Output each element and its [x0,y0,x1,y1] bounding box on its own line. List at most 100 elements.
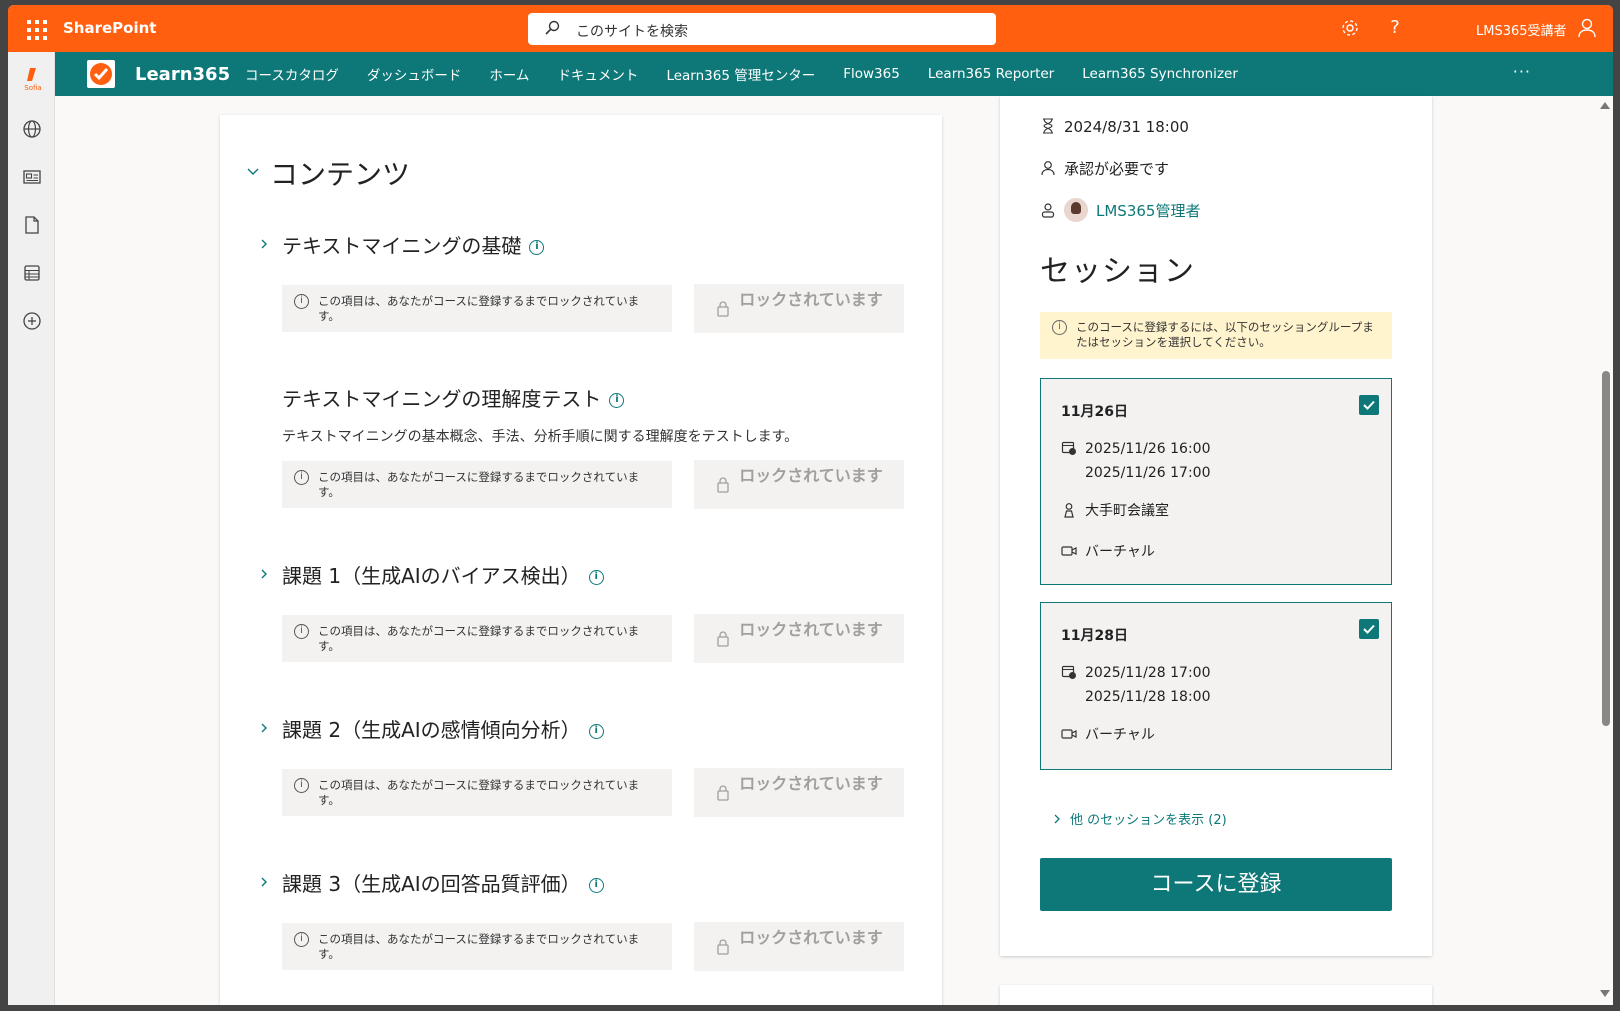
enroll-button[interactable]: コースに登録 [1040,858,1392,911]
scrollbar[interactable] [1598,96,1613,1005]
add-icon[interactable] [21,310,43,332]
search-placeholder: このサイトを検索 [576,24,688,40]
scroll-up-icon[interactable] [1600,102,1610,109]
search-icon [545,20,560,35]
brand-title[interactable]: Learn365 [135,64,230,85]
locked-button: ロックされています [694,768,904,817]
chevron-right-icon[interactable] [258,722,270,734]
suite-bar: SharePoint このサイトを検索 ? LMS365受講者 [8,5,1613,52]
session-card[interactable]: 11月26日 2025/11/26 16:00 2025/11/26 17:00 … [1040,378,1392,585]
info-icon[interactable]: i [529,240,545,255]
video-icon [1061,546,1077,556]
session-type: バーチャル [1061,540,1155,564]
lock-icon [717,301,729,317]
session-warning: i このコースに登録するには、以下のセッショングループまたはセッションを選択してく… [1040,312,1392,359]
approval-row: 承認が必要です [1040,158,1169,179]
more-options-icon[interactable]: ··· [1513,62,1531,81]
contents-card: コンテンツ テキストマイニングの基礎 i i この項目は、あなたがコースに登録するま… [220,115,942,1005]
session-date: 11月28日 [1061,628,1128,644]
sessions-title: セッション [1040,254,1195,289]
locked-button: ロックされています [694,922,904,971]
owner-link[interactable]: LMS365管理者 [1096,202,1200,220]
session-type: バーチャル [1061,723,1155,747]
user-profile-icon[interactable] [1576,17,1598,39]
info-icon: i [294,778,309,793]
left-app-bar: Sofia [8,52,55,1005]
lock-icon [717,785,729,801]
chevron-right-icon[interactable] [258,568,270,580]
lock-notice: i この項目は、あなたがコースに登録するまでロックされています。 [282,923,672,970]
search-input[interactable]: このサイトを検索 [528,13,996,45]
nav-links: コースカタログ ダッシュボード ホーム ドキュメント Learn365 管理セン… [245,52,1266,96]
content-item-title[interactable]: テキストマイニングの理解度テスト i [282,383,625,412]
lock-notice: i この項目は、あなたがコースに登録するまでロックされています。 [282,285,672,332]
info-icon: i [1052,320,1067,335]
lock-notice: i この項目は、あなたがコースに登録するまでロックされています。 [282,769,672,816]
contact-icon [1041,203,1055,218]
nav-link-synchronizer[interactable]: Learn365 Synchronizer [1082,66,1238,82]
info-icon: i [294,624,309,639]
lock-icon [717,939,729,955]
session-date: 11月26日 [1061,404,1128,420]
sofia-logo-icon[interactable]: Sofia [21,66,45,92]
avatar [1064,198,1088,222]
nav-link-course-catalog[interactable]: コースカタログ [245,64,339,84]
lock-notice: i この項目は、あなたがコースに登録するまでロックされています。 [282,461,672,508]
chevron-down-icon[interactable] [246,165,260,179]
contents-title: コンテンツ [270,158,411,191]
next-card [1000,985,1432,1005]
hourglass-icon [1043,118,1053,134]
nav-link-flow365[interactable]: Flow365 [843,66,900,82]
info-icon: i [294,932,309,947]
location-person-icon [1064,503,1074,518]
file-icon[interactable] [21,214,43,236]
content-item-title[interactable]: 課題 2（生成AIの感情傾向分析） i [282,714,604,743]
news-icon[interactable] [21,166,43,188]
owner-row: LMS365管理者 [1040,198,1200,222]
app-launcher-icon[interactable] [22,16,48,42]
info-icon[interactable]: i [588,878,604,893]
hub-navigation: Learn365 コースカタログ ダッシュボード ホーム ドキュメント Lear… [55,52,1613,96]
lock-notice: i この項目は、あなたがコースに登録するまでロックされています。 [282,615,672,662]
info-icon[interactable]: i [609,393,625,408]
content-item-title[interactable]: 課題 1（生成AIのバイアス検出） i [282,560,604,589]
help-icon[interactable]: ? [1384,17,1406,39]
chevron-right-icon [1054,814,1060,824]
info-icon[interactable]: i [588,724,604,739]
list-icon[interactable] [21,262,43,284]
calendar-clock-icon [1061,665,1076,679]
session-checkbox[interactable] [1359,619,1379,639]
content-item-title[interactable]: テキストマイニングの基礎 i [282,230,545,259]
nav-link-admin-center[interactable]: Learn365 管理センター [666,64,815,84]
checkmark-icon [1363,400,1375,410]
svg-text:Sofia: Sofia [24,84,41,92]
app-name[interactable]: SharePoint [63,19,156,37]
info-icon[interactable]: i [588,570,604,585]
user-name[interactable]: LMS365受講者 [1476,20,1567,39]
nav-link-home[interactable]: ホーム [489,64,529,84]
session-time: 2025/11/26 16:00 2025/11/26 17:00 [1061,437,1211,485]
show-more-sessions-link[interactable]: 他 のセッションを表示 (2) [1052,809,1227,828]
scrollbar-thumb[interactable] [1602,371,1610,726]
globe-icon[interactable] [21,118,43,140]
settings-gear-icon[interactable] [1339,17,1361,39]
video-icon [1061,729,1077,739]
chevron-right-icon[interactable] [258,238,270,250]
calendar-clock-icon [1061,441,1076,455]
nav-link-documents[interactable]: ドキュメント [557,64,638,84]
nav-link-reporter[interactable]: Learn365 Reporter [928,66,1054,82]
learn365-logo-icon[interactable] [87,60,115,88]
session-location: 大手町会議室 [1061,499,1169,523]
browser-frame: SharePoint このサイトを検索 ? LMS365受講者 Sofia Le… [8,5,1613,1005]
info-icon: i [294,294,309,309]
lock-icon [717,477,729,493]
session-time: 2025/11/28 17:00 2025/11/28 18:00 [1061,661,1211,709]
nav-link-dashboard[interactable]: ダッシュボード [367,64,462,84]
course-info-card: 2024/8/31 18:00 承認が必要です LMS365管理者 セッション … [1000,96,1432,956]
content-item-title[interactable]: 課題 3（生成AIの回答品質評価） i [282,868,604,897]
session-card[interactable]: 11月28日 2025/11/28 17:00 2025/11/28 18:00 … [1040,602,1392,770]
scroll-down-icon[interactable] [1600,990,1610,997]
session-checkbox[interactable] [1359,395,1379,415]
lock-icon [717,631,729,647]
chevron-right-icon[interactable] [258,876,270,888]
